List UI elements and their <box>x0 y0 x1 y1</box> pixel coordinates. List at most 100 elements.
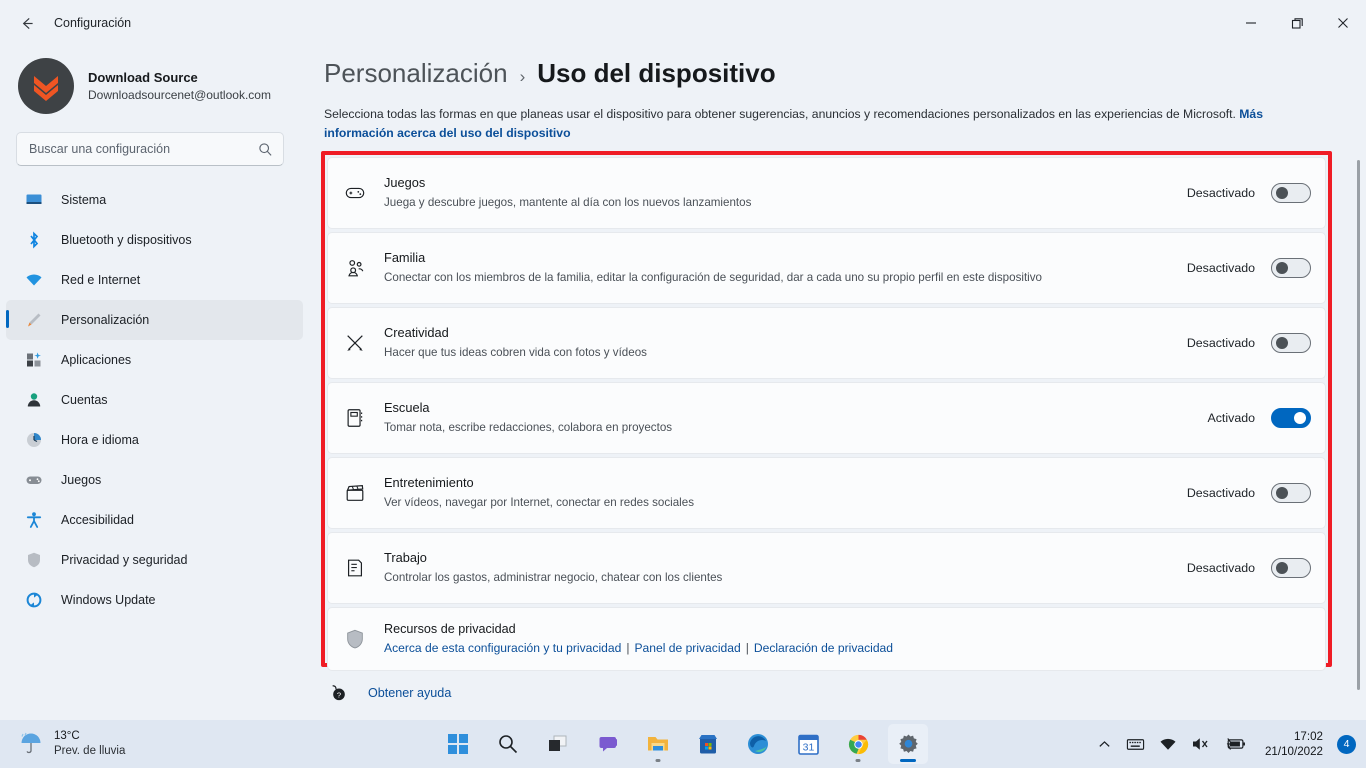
privacy-link-statement[interactable]: Declaración de privacidad <box>754 641 893 655</box>
update-icon <box>24 590 44 610</box>
table-row[interactable]: Juegos Juega y descubre juegos, mantente… <box>327 157 1326 229</box>
sidebar-item-personalizacion[interactable]: Personalización <box>6 300 303 340</box>
arrow-left-icon <box>22 17 33 29</box>
sidebar-item-label: Privacidad y seguridad <box>61 553 188 567</box>
sidebar-item-label: Cuentas <box>61 393 108 407</box>
start-icon <box>448 734 468 754</box>
toggle-switch[interactable] <box>1271 483 1311 503</box>
get-help-row[interactable]: ? Obtener ayuda <box>328 682 451 704</box>
edge-icon <box>748 734 768 754</box>
wifi-icon[interactable] <box>1159 735 1177 753</box>
keyboard-icon[interactable] <box>1126 735 1145 754</box>
toggle-state-label: Desactivado <box>1186 336 1255 350</box>
bluetooth-icon <box>24 230 44 250</box>
device-usage-list: Juegos Juega y descubre juegos, mantente… <box>327 157 1326 674</box>
sidebar-item-juegos[interactable]: Juegos <box>6 460 303 500</box>
sidebar-item-privacidad[interactable]: Privacidad y seguridad <box>6 540 303 580</box>
chrome-button[interactable] <box>838 724 878 764</box>
sidebar-item-sistema[interactable]: Sistema <box>6 180 303 220</box>
clock-date: 21/10/2022 <box>1264 745 1323 758</box>
wifi-icon <box>24 270 44 290</box>
intro-paragraph: Selecciona todas las formas en que plane… <box>324 105 1270 142</box>
microsoft-store-icon <box>699 735 717 754</box>
toggle-switch[interactable] <box>1271 408 1311 428</box>
row-title: Familia <box>384 250 426 266</box>
calendar-icon: 31 <box>797 734 819 755</box>
search-button[interactable] <box>488 724 528 764</box>
microsoft-store-button[interactable] <box>688 724 728 764</box>
accessibility-icon <box>24 510 44 530</box>
file-explorer-icon <box>648 737 668 751</box>
sidebar-item-hora[interactable]: Hora e idioma <box>6 420 303 460</box>
sidebar-item-cuentas[interactable]: Cuentas <box>6 380 303 420</box>
taskbar-icons: 31 <box>438 724 928 764</box>
settings-button[interactable] <box>888 724 928 764</box>
vertical-scrollbar[interactable] <box>1356 94 1362 754</box>
sidebar-item-red[interactable]: Red e Internet <box>6 260 303 300</box>
scrollbar-thumb[interactable] <box>1357 160 1360 690</box>
row-title: Creatividad <box>384 325 449 341</box>
sidebar-item-windows-update[interactable]: Windows Update <box>6 580 303 620</box>
toggle-switch[interactable] <box>1271 558 1311 578</box>
close-icon <box>1338 18 1348 28</box>
row-description: Juega y descubre juegos, mantente al día… <box>384 195 752 209</box>
calendar-button[interactable]: 31 <box>788 724 828 764</box>
weather-widget[interactable]: 13°C Prev. de lluvia <box>18 729 125 759</box>
brush-pencil-icon <box>342 330 368 356</box>
restore-icon <box>1291 17 1303 29</box>
notification-badge[interactable]: 4 <box>1337 734 1356 754</box>
title-bar: Configuración <box>0 0 1366 46</box>
back-button[interactable] <box>10 8 44 38</box>
calendar-day: 31 <box>802 741 814 753</box>
sidebar: Download Source Downloadsourcenet@outloo… <box>0 46 316 720</box>
chrome-icon <box>848 734 868 754</box>
settings-icon <box>898 733 918 753</box>
task-view-button[interactable] <box>538 724 578 764</box>
battery-charging-icon[interactable] <box>1225 736 1247 752</box>
privacy-link-about[interactable]: Acerca de esta configuración y tu privac… <box>384 641 621 655</box>
clapperboard-icon <box>342 480 368 506</box>
minimize-icon <box>1246 22 1256 24</box>
chevron-up-icon[interactable] <box>1097 737 1112 752</box>
search-icon <box>499 735 518 754</box>
table-row[interactable]: Entretenimiento Ver vídeos, navegar por … <box>327 457 1326 529</box>
edge-button[interactable] <box>738 724 778 764</box>
maximize-button[interactable] <box>1274 0 1320 46</box>
row-description: Controlar los gastos, administrar negoci… <box>384 570 723 584</box>
toggle-switch[interactable] <box>1271 258 1311 278</box>
sidebar-item-accesibilidad[interactable]: Accesibilidad <box>6 500 303 540</box>
breadcrumb-parent[interactable]: Personalización <box>324 58 508 89</box>
file-explorer-button[interactable] <box>638 724 678 764</box>
table-row[interactable]: Familia Conectar con los miembros de la … <box>327 232 1326 304</box>
toggle-state-label: Activado <box>1207 411 1255 425</box>
document-icon <box>342 555 368 581</box>
sidebar-item-aplicaciones[interactable]: Aplicaciones <box>6 340 303 380</box>
sidebar-item-bluetooth[interactable]: Bluetooth y dispositivos <box>6 220 303 260</box>
sidebar-item-label: Hora e idioma <box>61 433 139 447</box>
toggle-state-label: Desactivado <box>1186 486 1255 500</box>
window-controls <box>1228 0 1366 46</box>
account-email: Downloadsourcenet@outlook.com <box>88 87 271 102</box>
account-profile[interactable]: Download Source Downloadsourcenet@outloo… <box>0 46 316 118</box>
toggle-switch[interactable] <box>1271 183 1311 203</box>
table-row[interactable]: Trabajo Controlar los gastos, administra… <box>327 532 1326 604</box>
task-view-icon <box>549 735 567 751</box>
start-button[interactable] <box>438 724 478 764</box>
clock[interactable]: 17:02 21/10/2022 <box>1265 729 1323 760</box>
system-tray: 17:02 21/10/2022 4 <box>1097 729 1356 760</box>
breadcrumb-separator: › <box>519 67 526 86</box>
person-icon <box>24 390 44 410</box>
search-input[interactable]: Buscar una configuración <box>16 132 284 166</box>
table-row[interactable]: Creatividad Hacer que tus ideas cobren v… <box>327 307 1326 379</box>
privacy-link-dashboard[interactable]: Panel de privacidad <box>634 641 740 655</box>
minimize-button[interactable] <box>1228 0 1274 46</box>
link-separator: | <box>626 641 630 656</box>
toggle-switch[interactable] <box>1271 333 1311 353</box>
gamepad-icon <box>342 180 368 206</box>
speaker-muted-icon[interactable] <box>1191 735 1211 753</box>
close-button[interactable] <box>1320 0 1366 46</box>
chat-button[interactable] <box>588 724 628 764</box>
monitor-icon <box>24 190 44 210</box>
table-row[interactable]: Escuela Tomar nota, escribe redacciones,… <box>327 382 1326 454</box>
row-title: Juegos <box>384 175 426 191</box>
